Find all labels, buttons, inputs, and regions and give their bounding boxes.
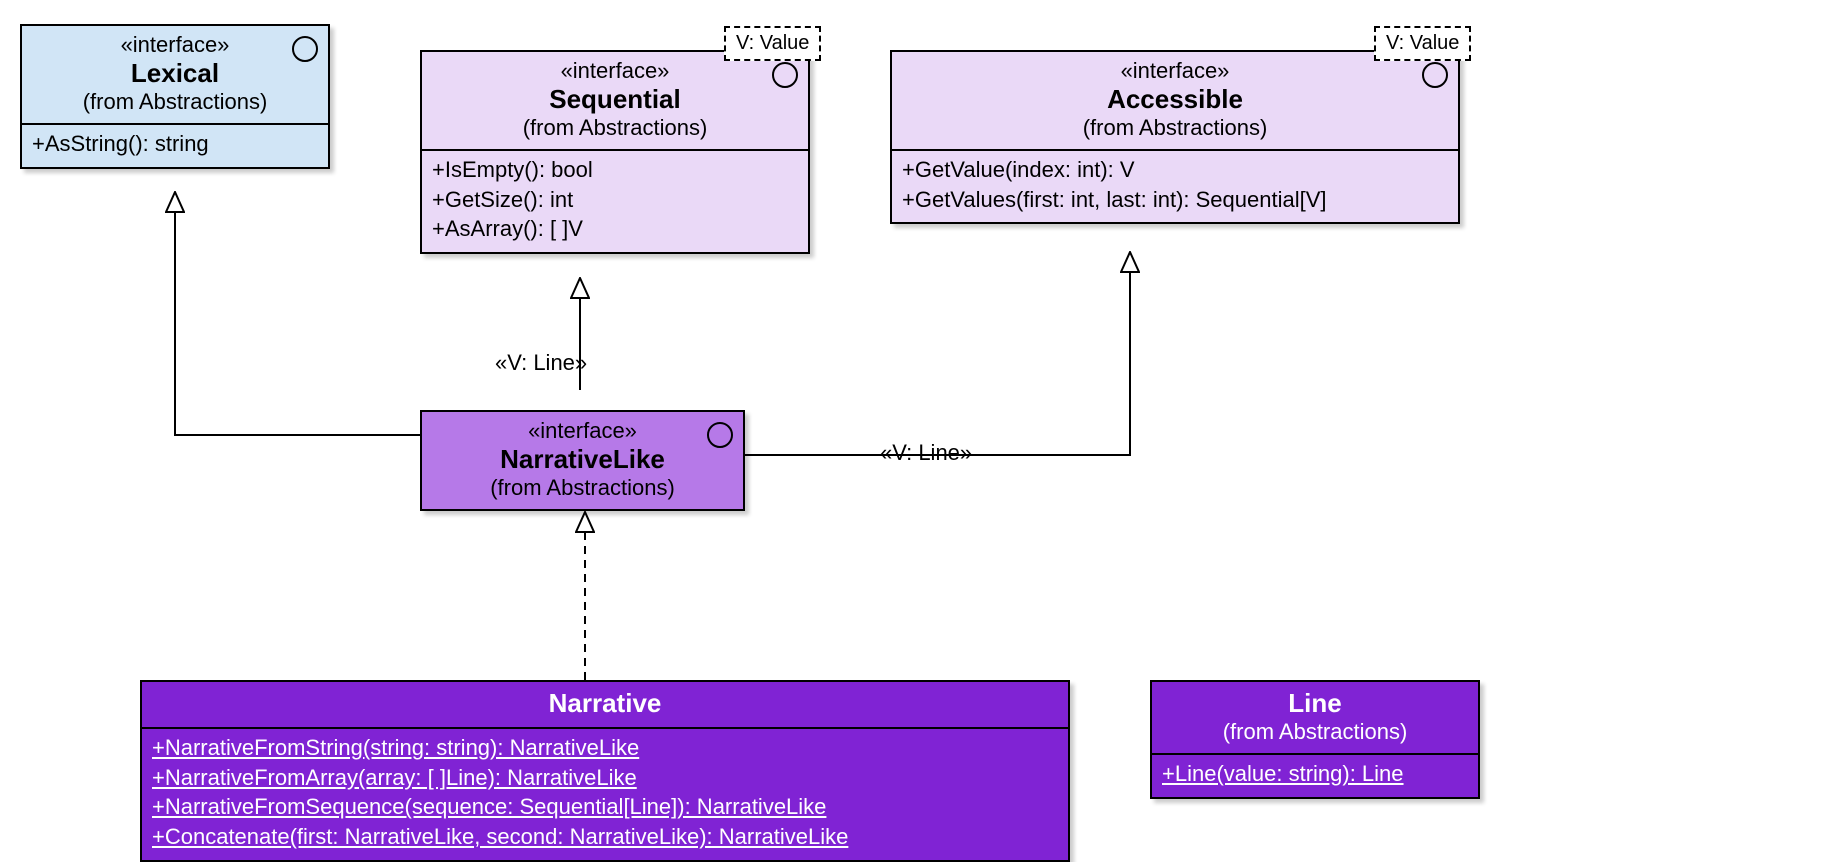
- interface-circle-icon: [1422, 62, 1448, 88]
- class-name: Line: [1162, 688, 1468, 719]
- interface-sequential: «interface» Sequential (from Abstraction…: [420, 50, 810, 254]
- method: +Line(value: string): Line: [1162, 759, 1468, 789]
- method: +NarrativeFromString(string: string): Na…: [152, 733, 1058, 763]
- template-param-accessible: V: Value: [1374, 26, 1471, 61]
- method: +AsArray(): [ ]V: [432, 214, 798, 244]
- interface-narrativelike: «interface» NarrativeLike (from Abstract…: [420, 410, 745, 511]
- class-origin: (from Abstractions): [432, 475, 733, 501]
- interface-lexical: «interface» Lexical (from Abstractions) …: [20, 24, 330, 169]
- stereotype: «interface»: [902, 58, 1448, 84]
- edge-label-vline-sequential: «V: Line»: [495, 350, 587, 376]
- class-narrative: Narrative +NarrativeFromString(string: s…: [140, 680, 1070, 862]
- interface-accessible: «interface» Accessible (from Abstraction…: [890, 50, 1460, 224]
- method: +GetValue(index: int): V: [902, 155, 1448, 185]
- stereotype: «interface»: [432, 58, 798, 84]
- method: +AsString(): string: [32, 129, 318, 159]
- class-name: Narrative: [152, 688, 1058, 719]
- class-origin: (from Abstractions): [902, 115, 1448, 141]
- class-name: Sequential: [432, 84, 798, 115]
- method: +GetValues(first: int, last: int): Seque…: [902, 185, 1448, 215]
- class-name: Accessible: [902, 84, 1448, 115]
- class-origin: (from Abstractions): [32, 89, 318, 115]
- method: +GetSize(): int: [432, 185, 798, 215]
- interface-circle-icon: [292, 36, 318, 62]
- class-name: NarrativeLike: [432, 444, 733, 475]
- method: +NarrativeFromSequence(sequence: Sequent…: [152, 792, 1058, 822]
- stereotype: «interface»: [432, 418, 733, 444]
- method: +NarrativeFromArray(array: [ ]Line): Nar…: [152, 763, 1058, 793]
- stereotype: «interface»: [32, 32, 318, 58]
- template-param-sequential: V: Value: [724, 26, 821, 61]
- method: +IsEmpty(): bool: [432, 155, 798, 185]
- interface-circle-icon: [707, 422, 733, 448]
- interface-circle-icon: [772, 62, 798, 88]
- edge-label-vline-accessible: «V: Line»: [880, 440, 972, 466]
- class-line: Line (from Abstractions) +Line(value: st…: [1150, 680, 1480, 799]
- method: +Concatenate(first: NarrativeLike, secon…: [152, 822, 1058, 852]
- class-name: Lexical: [32, 58, 318, 89]
- class-origin: (from Abstractions): [432, 115, 798, 141]
- class-origin: (from Abstractions): [1162, 719, 1468, 745]
